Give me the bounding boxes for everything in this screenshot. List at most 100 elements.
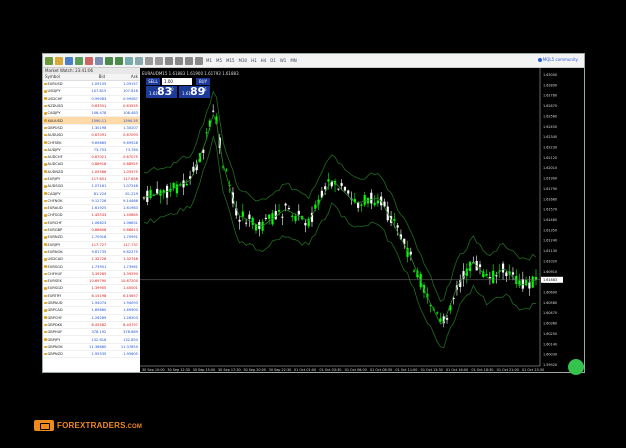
zoom-in-icon[interactable] [105,56,113,65]
list-item[interactable]: USDCAD 1.32728 1.32748 [43,256,140,264]
candle-body [238,219,241,222]
list-item[interactable]: AUDCAD 0.88918 0.88925 [43,161,140,169]
list-item[interactable]: AUDJPY 73.753 73.760 [43,147,140,154]
bid-cell: 73.753 [93,147,107,152]
list-item[interactable]: EURNOK 9.81735 9.82275 [43,249,140,257]
list-item[interactable]: GBPHUF 378.192 378.689 [43,329,140,337]
timeframe-m15[interactable]: M15 [225,58,236,63]
buy-price-box[interactable]: 1.61 89 6 [179,86,210,98]
timeframe-d1[interactable]: D1 [269,58,277,63]
ask-cell: 10.67200 [120,279,138,284]
list-item[interactable]: EURGBP 0.88608 0.88613 [43,227,140,235]
timeframe-w1[interactable]: W1 [279,58,288,63]
bid-cell: 108.478 [91,111,107,116]
list-item[interactable]: AUDSGD 1.07161 1.07248 [43,183,140,191]
list-item[interactable]: NZDUSD 0.63551 0.63555 [43,103,140,111]
list-item[interactable]: AUDNZD 1.05566 1.05575 [43,169,140,176]
list-item[interactable]: GBPJPY 132.816 132.850 [43,336,140,344]
price-tick-label: 1.60580 [543,301,557,305]
list-item[interactable]: CHFHUF 3.39285 3.39290 [43,271,140,279]
data-window-icon[interactable] [75,56,83,65]
list-item[interactable]: CHFNOK 9.12726 9.14466 [43,198,140,206]
timeframe-mn[interactable]: MN [289,58,297,63]
list-item[interactable]: EURSGD 1.73951 1.73961 [43,263,140,271]
timeframe-m30[interactable]: M30 [238,58,249,63]
col-ask[interactable]: Ask [107,74,140,80]
symbol-cell: EURSGD [43,286,77,290]
candlestick-chart[interactable]: 1.63000 1.62890 1.62780 1.62670 1.62560 1.624… [140,68,585,373]
line-icon[interactable] [165,56,173,65]
bid-cell: 1.09155 [91,82,107,87]
list-item[interactable]: EURAUD 1.61925 1.61983 [43,205,140,213]
profiles-icon[interactable] [55,56,63,65]
symbol-cell: AUDNZD [43,170,77,174]
buy-button[interactable]: BUY [196,78,210,85]
list-item[interactable]: EURUSD 1.09155 1.09157 [43,81,140,89]
brand-name: FOREXTRADERS [57,421,126,430]
list-item[interactable]: EURNZD 1.70918 1.70991 [43,234,140,242]
market-watch-header: Symbol Bid Ask [43,74,140,81]
trendline-icon[interactable] [175,56,183,65]
symbol-name: USDJPY [47,89,61,94]
tile-icon[interactable] [125,56,133,65]
list-item[interactable]: CHFSEK 9.69865 9.69928 [43,139,140,147]
list-item[interactable]: EURSEK 10.69790 10.67200 [43,278,140,286]
symbol-name: EURJPY [47,177,61,181]
candle-body [251,217,254,225]
list-item[interactable]: GBPNOK 11.36660 11.37850 [43,344,140,351]
symbol-bullet-icon [44,272,47,276]
ask-cell: 1.69900 [123,308,138,313]
list-item[interactable]: GBPUSD 1.30198 1.30207 [43,125,140,133]
list-item[interactable]: EURCHF 1.06623 1.06631 [43,220,140,227]
cursor-icon[interactable] [145,56,153,65]
new-chart-icon[interactable] [45,56,53,65]
list-item[interactable]: CHFSGD 1.45533 1.45865 [43,212,140,220]
list-item[interactable]: GBPCHF 1.26289 1.26303 [43,315,140,322]
navigator-icon[interactable] [85,56,93,65]
list-item[interactable]: USDJPY 107.815 107.818 [43,88,140,96]
list-item[interactable]: USDCHF 0.99083 0.99087 [43,96,140,103]
list-item[interactable]: EURJPY 117.727 117.737 [43,242,140,249]
mql5-community-link[interactable]: MQL5 community [537,57,578,62]
zoom-out-icon[interactable] [115,56,123,65]
list-item[interactable]: CADJPY 108.478 108.483 [43,110,140,118]
scroll-icon[interactable] [135,56,143,65]
col-bid[interactable]: Bid [74,74,107,80]
timeframe-m1[interactable]: M1 [205,58,213,63]
col-symbol[interactable]: Symbol [43,74,74,80]
list-item[interactable]: GBPDKK 8.45582 8.45797 [43,322,140,330]
candle-body [347,190,350,194]
list-item[interactable]: AUDUSD 0.67091 0.67093 [43,132,140,140]
symbol-name: CHFNOK [47,198,63,203]
crosshair-icon[interactable] [155,56,163,65]
list-item[interactable]: GBPCAD 1.69860 1.69900 [43,307,140,315]
terminal-icon[interactable] [95,56,103,65]
symbol-name: GBPNZD [47,352,63,357]
market-watch-icon[interactable] [65,56,73,65]
price-tick-label: 1.61900 [543,177,557,181]
symbol-bullet-icon [44,112,47,115]
price-chart[interactable]: 1.63000 1.62890 1.62780 1.62670 1.62560 1.624… [140,68,585,373]
objects-icon[interactable] [195,56,203,65]
bid-cell: 9.69865 [91,140,107,145]
sell-price-box[interactable]: 1.61 83 0 [146,86,177,98]
candle-body [488,277,491,279]
sell-button[interactable]: SELL [146,78,160,85]
list-item[interactable]: GBPNZD 1.95535 1.95605 [43,351,140,359]
list-item[interactable]: EURJPY 117.651 117.658 [43,176,140,184]
symbol-bullet-icon [44,133,47,137]
list-item[interactable]: GBPAUD 1.94074 1.94093 [43,300,140,308]
list-item[interactable]: CADJPY 81.224 81.229 [43,190,140,198]
timeframe-h1[interactable]: H1 [250,58,258,63]
timeframe-h4[interactable]: H4 [260,58,268,63]
timeframe-m5[interactable]: M5 [215,58,223,63]
list-item[interactable]: XAUUSD 1590.11 1590.55 [43,117,140,125]
list-item[interactable]: EURSGD 1.39905 1.40001 [43,285,140,293]
list-item[interactable]: EURTRY 6.15198 6.15657 [43,293,140,300]
symbol-bullet-icon [44,141,47,144]
time-tick-label: 30 Sep 20:00 [243,368,266,372]
text-icon[interactable] [185,56,193,65]
list-item[interactable]: AUDCHF 0.67021 0.67075 [43,154,140,162]
chat-bubble-icon[interactable] [568,359,584,375]
lot-size-input[interactable]: 1.00 [162,78,192,85]
